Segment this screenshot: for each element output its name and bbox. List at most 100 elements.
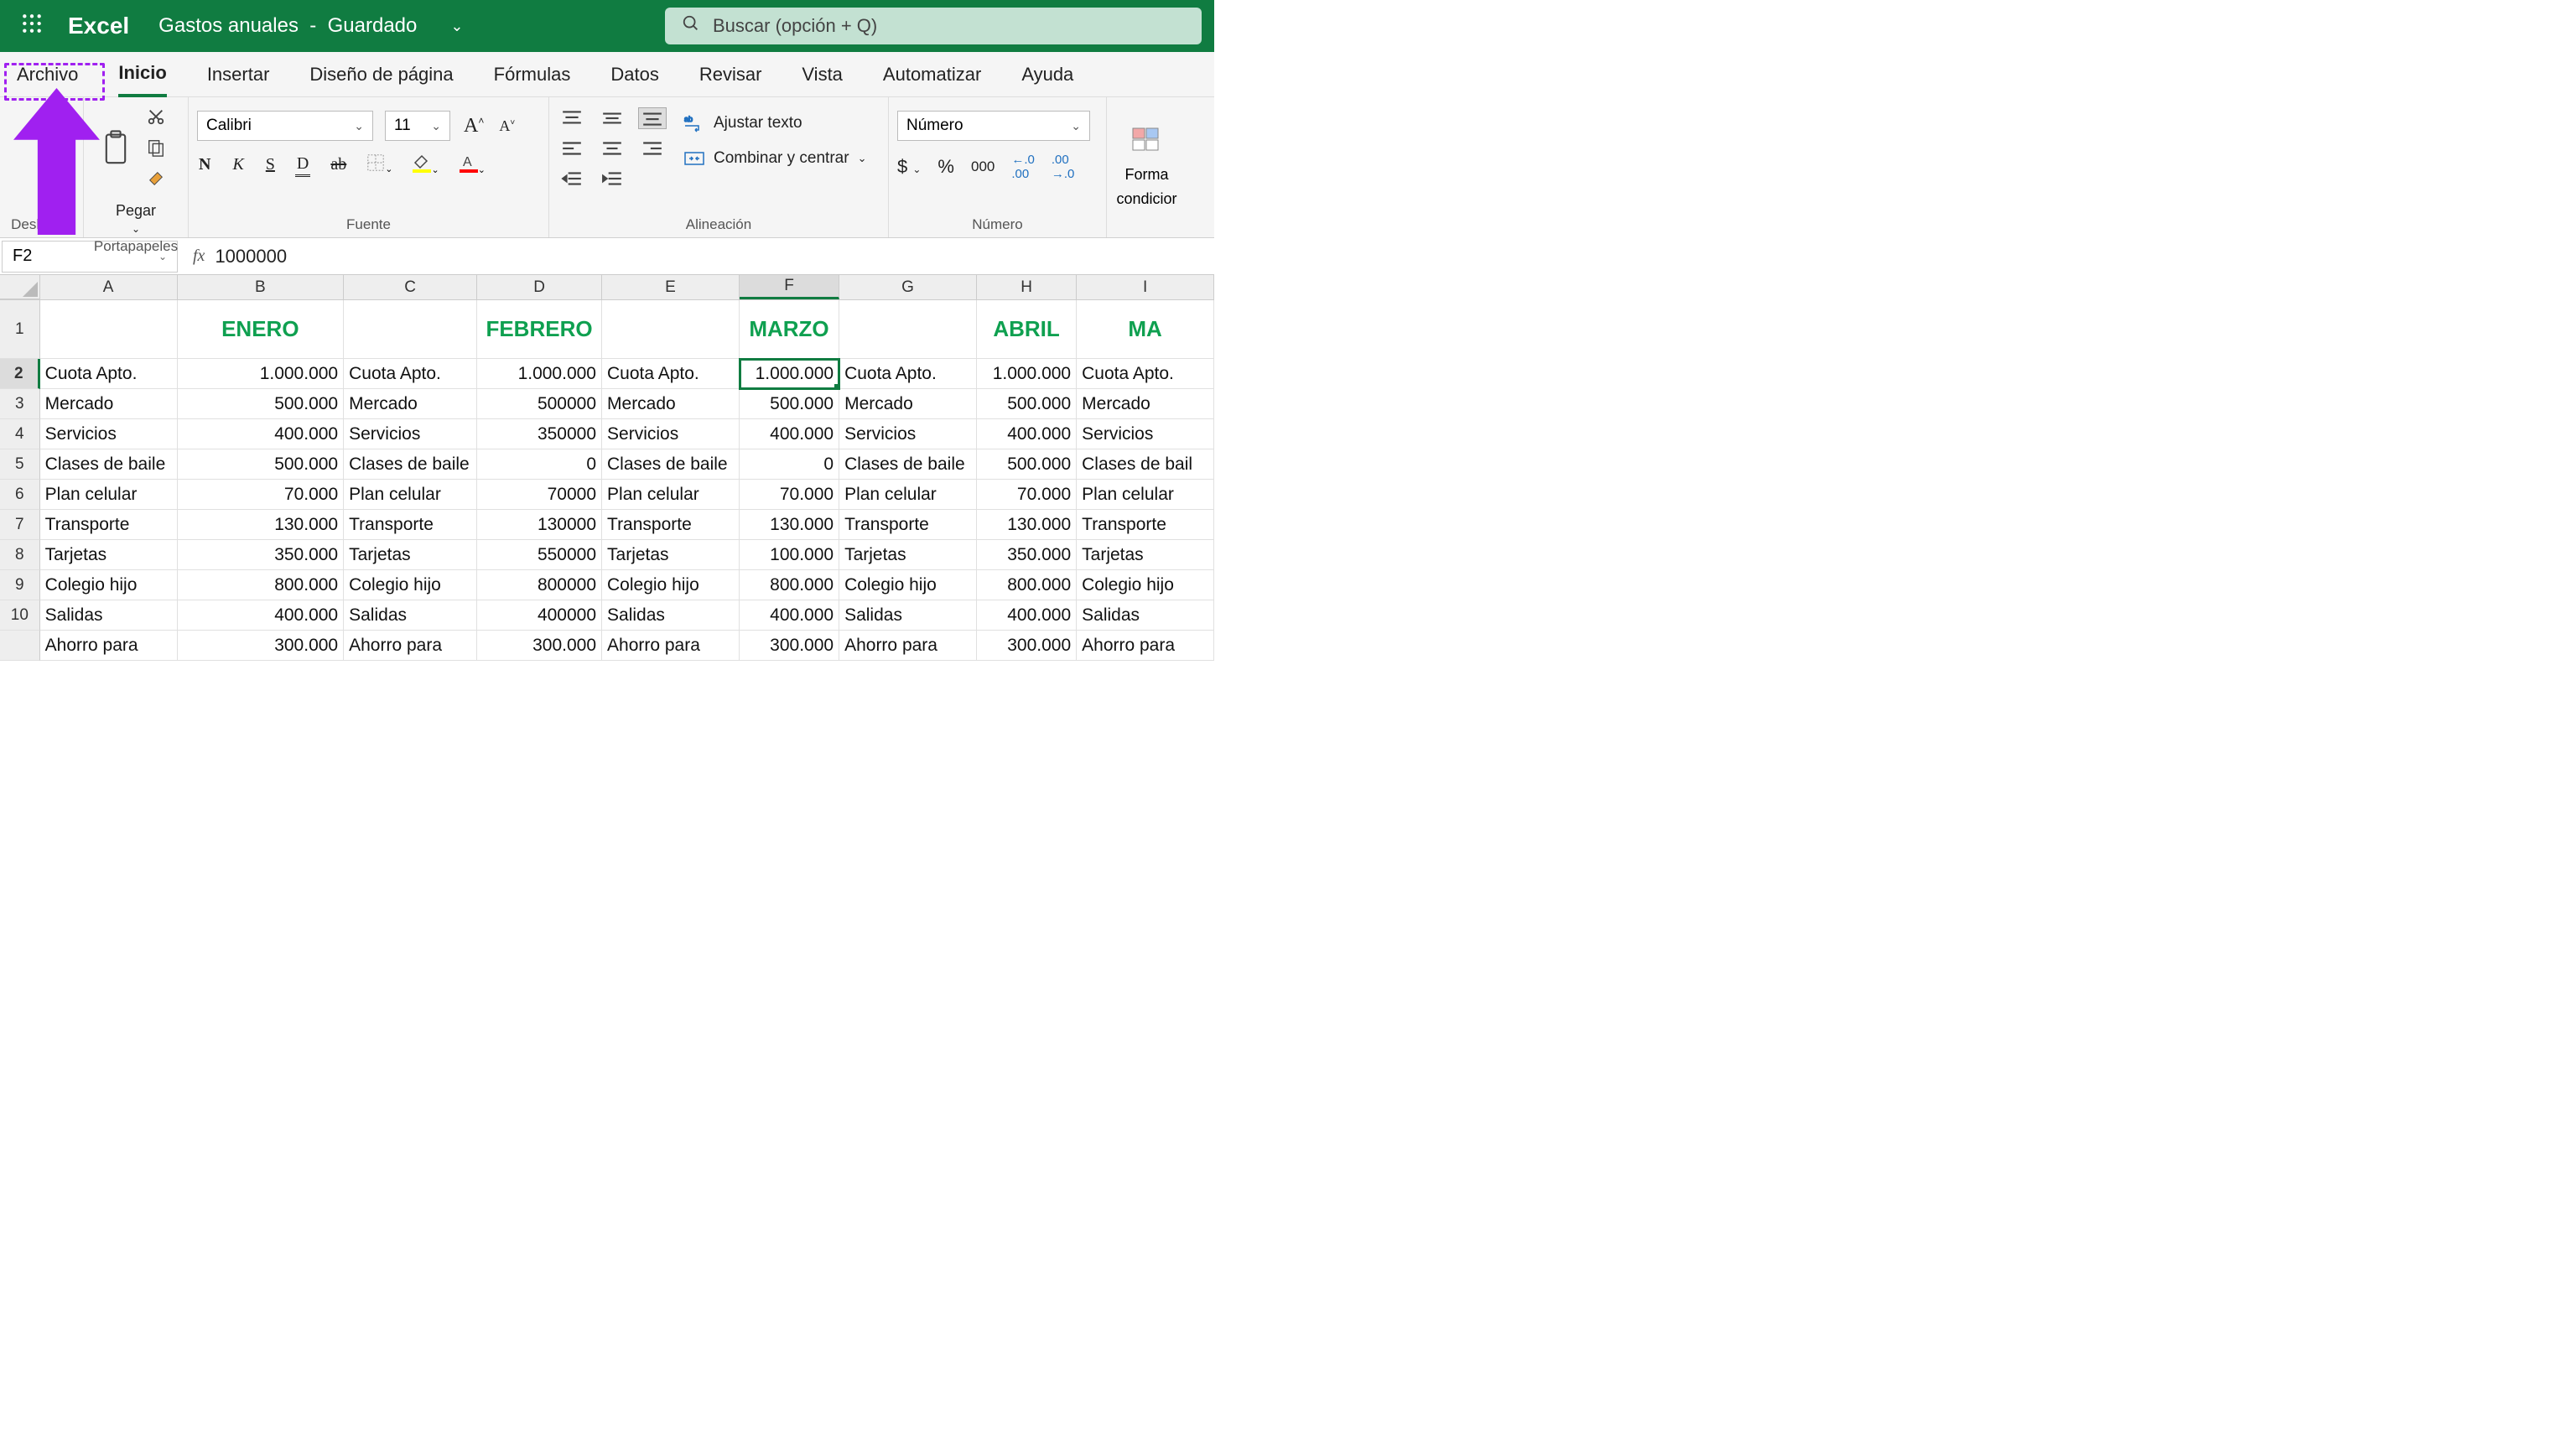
cell-B8[interactable]: 350.000 <box>178 540 345 570</box>
cell-F11[interactable]: 300.000 <box>740 631 839 661</box>
cell-C7[interactable]: Transporte <box>344 510 477 540</box>
cell-D2[interactable]: 1.000.000 <box>477 359 602 389</box>
double-underline-button[interactable]: D <box>295 153 310 177</box>
col-header-F[interactable]: F <box>740 275 839 299</box>
row-header-10[interactable]: 10 <box>0 600 40 631</box>
cell-A7[interactable]: Transporte <box>40 510 178 540</box>
cell-A9[interactable]: Colegio hijo <box>40 570 178 600</box>
cell-F4[interactable]: 400.000 <box>740 419 839 449</box>
cell-B1[interactable]: ENERO <box>178 300 345 359</box>
cell-I1[interactable]: MA <box>1077 300 1214 359</box>
cell-A4[interactable]: Servicios <box>40 419 178 449</box>
row-header-5[interactable]: 5 <box>0 449 40 480</box>
cell-B5[interactable]: 500.000 <box>178 449 345 480</box>
cell-H6[interactable]: 70.000 <box>977 480 1077 510</box>
font-name-select[interactable]: Calibri⌄ <box>197 111 373 141</box>
cell-G3[interactable]: Mercado <box>839 389 977 419</box>
font-size-select[interactable]: 11⌄ <box>385 111 450 141</box>
row-header-4[interactable]: 4 <box>0 419 40 449</box>
cell-C10[interactable]: Salidas <box>344 600 477 631</box>
col-header-B[interactable]: B <box>178 275 345 299</box>
wrap-text-button[interactable]: ab Ajustar texto <box>683 114 866 132</box>
align-right-icon[interactable] <box>638 138 667 159</box>
tab-insertar[interactable]: Insertar <box>207 54 270 96</box>
align-center-icon[interactable] <box>598 138 626 159</box>
tab-vista[interactable]: Vista <box>802 54 843 96</box>
cell-F1[interactable]: MARZO <box>740 300 839 359</box>
cell-H8[interactable]: 350.000 <box>977 540 1077 570</box>
app-launcher-icon[interactable] <box>13 13 51 40</box>
copy-icon[interactable] <box>147 138 165 161</box>
cell-D9[interactable]: 800000 <box>477 570 602 600</box>
cell-I5[interactable]: Clases de bail <box>1077 449 1214 480</box>
cell-I6[interactable]: Plan celular <box>1077 480 1214 510</box>
merge-center-button[interactable]: Combinar y centrar ⌄ <box>683 149 866 168</box>
col-header-C[interactable]: C <box>344 275 477 299</box>
cell-F3[interactable]: 500.000 <box>740 389 839 419</box>
cell-D5[interactable]: 0 <box>477 449 602 480</box>
row-header-1[interactable]: 1 <box>0 300 40 359</box>
cell-A8[interactable]: Tarjetas <box>40 540 178 570</box>
cell-B4[interactable]: 400.000 <box>178 419 345 449</box>
cell-C2[interactable]: Cuota Apto. <box>344 359 477 389</box>
cell-D8[interactable]: 550000 <box>477 540 602 570</box>
row-header-11[interactable] <box>0 631 40 661</box>
cell-B9[interactable]: 800.000 <box>178 570 345 600</box>
tab-ayuda[interactable]: Ayuda <box>1021 54 1073 96</box>
cell-C11[interactable]: Ahorro para <box>344 631 477 661</box>
cell-A3[interactable]: Mercado <box>40 389 178 419</box>
cell-I2[interactable]: Cuota Apto. <box>1077 359 1214 389</box>
cell-G5[interactable]: Clases de baile <box>839 449 977 480</box>
cell-E3[interactable]: Mercado <box>602 389 740 419</box>
cell-E9[interactable]: Colegio hijo <box>602 570 740 600</box>
align-middle-icon[interactable] <box>598 107 626 129</box>
currency-icon[interactable]: $ ⌄ <box>897 156 921 178</box>
cell-B11[interactable]: 300.000 <box>178 631 345 661</box>
cell-F6[interactable]: 70.000 <box>740 480 839 510</box>
cell-F7[interactable]: 130.000 <box>740 510 839 540</box>
cell-D10[interactable]: 400000 <box>477 600 602 631</box>
document-title[interactable]: Gastos anuales - Guardado <box>158 14 417 38</box>
cell-I4[interactable]: Servicios <box>1077 419 1214 449</box>
cell-G2[interactable]: Cuota Apto. <box>839 359 977 389</box>
increase-decimal-icon[interactable]: ←.0.00 <box>1011 153 1035 181</box>
cell-G6[interactable]: Plan celular <box>839 480 977 510</box>
cell-I9[interactable]: Colegio hijo <box>1077 570 1214 600</box>
align-bottom-icon[interactable] <box>638 107 667 129</box>
fx-icon[interactable]: fx <box>193 247 205 266</box>
search-box[interactable]: Buscar (opción + Q) <box>665 8 1202 44</box>
row-header-8[interactable]: 8 <box>0 540 40 570</box>
cell-F2[interactable]: 1.000.000 <box>740 359 839 389</box>
cell-I10[interactable]: Salidas <box>1077 600 1214 631</box>
row-header-6[interactable]: 6 <box>0 480 40 510</box>
cell-G1[interactable] <box>839 300 977 359</box>
italic-button[interactable]: K <box>231 153 245 176</box>
decrease-font-icon[interactable]: A˅ <box>497 116 517 137</box>
cell-F10[interactable]: 400.000 <box>740 600 839 631</box>
cell-F5[interactable]: 0 <box>740 449 839 480</box>
cell-G8[interactable]: Tarjetas <box>839 540 977 570</box>
tab-revisar[interactable]: Revisar <box>699 54 762 96</box>
conditional-format-icon[interactable] <box>1131 127 1163 159</box>
cell-A6[interactable]: Plan celular <box>40 480 178 510</box>
cut-icon[interactable] <box>147 107 165 130</box>
cell-C9[interactable]: Colegio hijo <box>344 570 477 600</box>
align-top-icon[interactable] <box>558 107 586 129</box>
tab-automatizar[interactable]: Automatizar <box>883 54 981 96</box>
cell-B6[interactable]: 70.000 <box>178 480 345 510</box>
cell-E8[interactable]: Tarjetas <box>602 540 740 570</box>
cell-C6[interactable]: Plan celular <box>344 480 477 510</box>
cell-H4[interactable]: 400.000 <box>977 419 1077 449</box>
cell-C1[interactable] <box>344 300 477 359</box>
col-header-A[interactable]: A <box>40 275 178 299</box>
col-header-I[interactable]: I <box>1077 275 1214 299</box>
formula-input[interactable]: 1000000 <box>215 246 287 267</box>
cell-E5[interactable]: Clases de baile <box>602 449 740 480</box>
increase-font-icon[interactable]: A˄ <box>462 113 486 139</box>
decrease-indent-icon[interactable] <box>558 168 586 190</box>
row-header-3[interactable]: 3 <box>0 389 40 419</box>
percent-icon[interactable]: % <box>937 156 954 178</box>
cell-A5[interactable]: Clases de baile <box>40 449 178 480</box>
format-painter-icon[interactable] <box>147 169 165 192</box>
increase-indent-icon[interactable] <box>598 168 626 190</box>
